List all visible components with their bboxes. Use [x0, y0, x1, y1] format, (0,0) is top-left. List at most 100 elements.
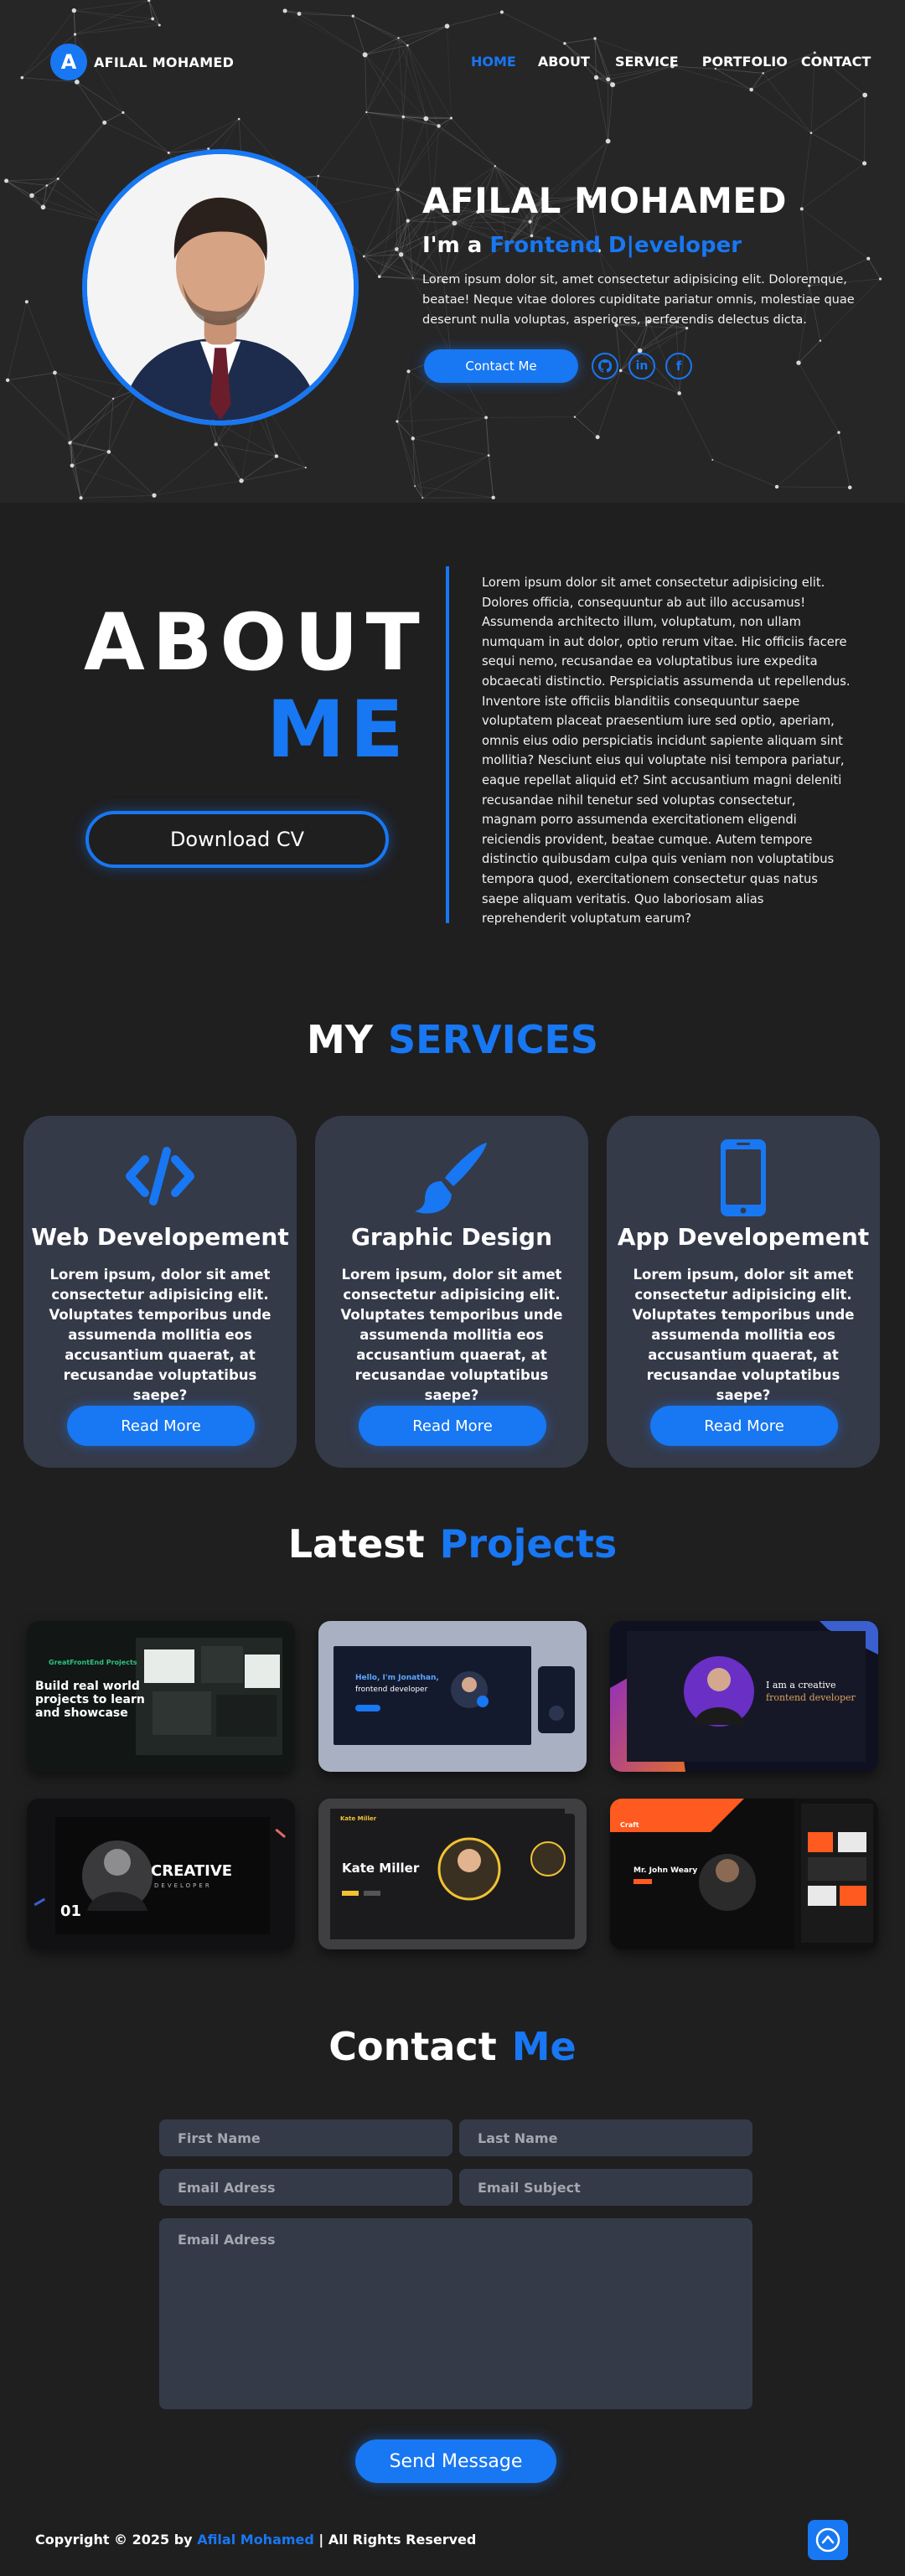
network-line: [363, 256, 380, 277]
network-line: [54, 372, 70, 443]
network-line: [412, 417, 487, 439]
network-line: [71, 398, 114, 466]
network-line: [7, 302, 28, 380]
arrow-up-circle-icon: [815, 2527, 840, 2553]
network-node: [377, 275, 381, 278]
network-node: [68, 441, 72, 445]
network-line: [153, 480, 242, 496]
network-line: [104, 122, 169, 153]
network-node: [394, 247, 399, 251]
service-card-web: Web Developement Lorem ipsum, dolor sit …: [23, 1116, 297, 1468]
network-line: [454, 221, 530, 224]
nav-link-about[interactable]: ABOUT: [538, 54, 590, 70]
network-node: [796, 360, 801, 365]
project-subtitle: frontend developer: [355, 1685, 428, 1694]
message-textarea[interactable]: [159, 2218, 752, 2409]
nav-link-home[interactable]: HOME: [471, 54, 516, 70]
network-line: [69, 442, 81, 498]
network-line: [801, 132, 812, 209]
network-line: [422, 455, 489, 498]
network-line: [8, 372, 55, 381]
network-line: [798, 362, 840, 433]
project-headline: CREATIVE: [151, 1862, 232, 1880]
service-card-graphic: Graphic Design Lorem ipsum, dolor sit am…: [315, 1116, 588, 1468]
network-line: [363, 189, 399, 257]
linkedin-icon[interactable]: in: [628, 353, 655, 379]
read-more-button[interactable]: Read More: [650, 1406, 838, 1446]
network-node: [4, 178, 9, 183]
network-node: [484, 416, 488, 420]
network-line: [379, 220, 409, 277]
network-node: [214, 442, 218, 447]
network-node: [494, 165, 497, 168]
project-card-kate-miller[interactable]: Kate Miller Kate Miller: [318, 1799, 587, 1949]
read-more-button[interactable]: Read More: [67, 1406, 255, 1446]
projects-title: Latest Projects: [0, 1521, 905, 1567]
send-message-button[interactable]: Send Message: [355, 2439, 556, 2483]
nav-link-service[interactable]: SERVICE: [615, 54, 679, 70]
network-node: [847, 485, 852, 490]
project-headline: Build real world projects to learn and s…: [35, 1680, 145, 1720]
network-line: [80, 494, 155, 498]
network-node: [304, 467, 307, 469]
network-node: [5, 378, 10, 382]
project-headline: Kate Miller: [342, 1861, 420, 1876]
contact-title: Contact Me: [0, 2024, 905, 2069]
read-more-button[interactable]: Read More: [359, 1406, 546, 1446]
network-line: [801, 163, 865, 209]
back-to-top-button[interactable]: [808, 2520, 848, 2560]
network-node: [406, 219, 410, 223]
network-line: [7, 379, 70, 443]
email-subject-input[interactable]: [459, 2169, 752, 2206]
project-card-greatfrontend[interactable]: GreatFrontEnd Projects Build real world …: [27, 1621, 295, 1772]
project-card-hello-portfolio[interactable]: Hello, I'm Jonathan, frontend developer: [318, 1621, 587, 1772]
download-cv-button[interactable]: Download CV: [85, 811, 389, 868]
network-line: [26, 302, 55, 374]
contact-me-button[interactable]: Contact Me: [424, 349, 578, 383]
author-link[interactable]: Afilal Mohamed: [197, 2532, 314, 2548]
nav-link-contact[interactable]: CONTACT: [801, 54, 871, 70]
facebook-icon[interactable]: f: [665, 353, 692, 379]
hero-section: A AFILAL MOHAMED HOME ABOUT SERVICE PORT…: [0, 0, 905, 503]
last-name-input[interactable]: [459, 2119, 752, 2156]
network-node: [799, 207, 804, 211]
email-input[interactable]: [159, 2169, 452, 2206]
network-node: [711, 458, 714, 461]
network-line: [798, 340, 821, 364]
project-brand: Kate Miller: [340, 1815, 377, 1822]
network-node: [79, 496, 83, 500]
network-node: [487, 454, 490, 457]
network-line: [810, 132, 865, 164]
project-card-john-weary[interactable]: Craft Mr. John Weary: [610, 1799, 878, 1949]
contact-title-word1: Contact: [328, 2024, 497, 2069]
service-card-app: App Developement Lorem ipsum, dolor sit …: [607, 1116, 880, 1468]
about-divider: [446, 566, 449, 923]
network-line: [276, 456, 306, 468]
network-line: [486, 416, 575, 418]
network-line: [801, 209, 869, 259]
network-line: [80, 452, 110, 498]
role-title: Frontend D|eveloper: [489, 233, 742, 258]
project-thumbnail: GreatFrontEnd Projects Build real world …: [27, 1621, 295, 1772]
network-node: [317, 174, 320, 178]
network-line: [414, 455, 489, 487]
network-node: [53, 370, 57, 375]
profile-photo: [82, 149, 359, 426]
contact-title-word2: Me: [511, 2024, 577, 2069]
github-icon[interactable]: [592, 353, 618, 379]
network-node: [866, 256, 871, 261]
network-line: [776, 431, 840, 488]
network-node: [40, 204, 46, 210]
network-line: [488, 455, 494, 498]
network-node: [809, 132, 813, 134]
network-node: [595, 435, 600, 440]
network-line: [6, 178, 59, 182]
nav-link-portfolio[interactable]: PORTFOLIO: [702, 54, 788, 70]
first-name-input[interactable]: [159, 2119, 452, 2156]
network-line: [379, 254, 401, 277]
project-card-creative-portfolio[interactable]: I am a creative frontend developer: [610, 1621, 878, 1772]
projects-title-word2: Projects: [439, 1521, 618, 1567]
brand-name: AFILAL MOHAMED: [94, 54, 235, 70]
logo[interactable]: A AFILAL MOHAMED: [50, 44, 234, 80]
project-card-creative-developer[interactable]: CREATIVE DEVELOPER 01: [27, 1799, 295, 1949]
